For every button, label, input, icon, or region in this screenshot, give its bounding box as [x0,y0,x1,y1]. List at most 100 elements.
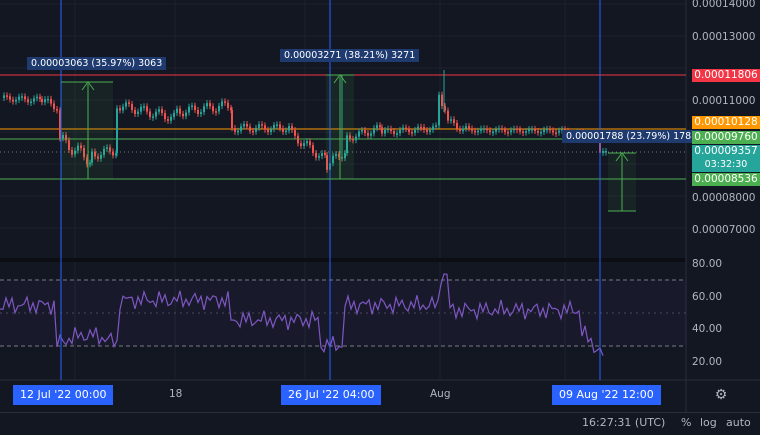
candle-body [495,129,497,132]
price-tick: 0.00008000 [692,192,756,204]
candle-body [396,133,398,135]
candle-body [318,156,320,158]
candle-body [558,130,560,133]
candle-body [179,108,181,114]
candle-body [273,124,275,130]
candle-body [477,130,479,133]
current-price-tag: 0.00009357 03:32:30 [692,145,760,172]
candle-body [324,153,326,156]
candle-body [140,106,142,112]
candle-body [44,99,46,103]
candle-body [9,96,11,100]
candle-body [24,96,26,100]
candle-body [483,128,485,130]
candle-body [426,129,428,132]
candle-body [246,124,248,127]
candle-body [264,125,266,130]
candle-body [546,128,548,131]
candle-body [173,112,175,117]
candle-body [516,128,518,131]
log-toggle[interactable]: log [700,416,717,429]
measure-tool-2[interactable] [326,74,354,180]
candle-body [399,129,401,134]
candle-body [459,128,461,131]
candle-body [605,150,607,153]
measure-tool-3[interactable] [608,152,636,212]
time-label-18: 18 [169,388,183,400]
candle-body [474,130,476,133]
candle-body [531,128,533,131]
rsi-tick: 20.00 [692,356,723,368]
candle-body [119,108,121,111]
candle-body [408,128,410,132]
support-price-tag: 0.00008536 [692,173,760,186]
candle-body [309,141,311,146]
pane-divider[interactable] [0,258,686,262]
measure-tool-1[interactable] [61,81,113,180]
candle-body [492,131,494,134]
candle-body [294,130,296,136]
candle-body [522,131,524,133]
candle-body [267,129,269,132]
candle-body [194,105,196,111]
orange-level-price-tag: 0.00010128 [692,116,760,129]
candle-body [27,99,29,103]
candle-body [528,129,530,132]
candle-body [161,109,163,114]
price-tick: 0.00011000 [692,95,756,107]
candle-body [486,128,488,131]
candle-body [519,129,521,132]
utc-clock[interactable]: 16:27:31 (UTC) [582,416,665,429]
candle-body [152,116,154,118]
candle-body [471,128,473,131]
candle-body [300,143,302,146]
measure-label-3: 0.00001788 (23.79%) 1788 [562,130,702,143]
candle-body [411,131,413,134]
measure-label-1: 0.00003063 (35.97%) 3063 [27,57,167,70]
candle-body [134,110,136,114]
candle-body [276,124,278,126]
candle-body [188,106,190,113]
candle-body [243,124,245,127]
candle-body [47,98,49,101]
time-tag-jul26: 26 Jul '22 04:00 [281,385,382,405]
candle-body [18,96,20,100]
candle-body [240,126,242,131]
candle-body [56,109,58,111]
candle-body [432,126,434,130]
candle-body [285,130,287,133]
time-tag-jul12: 12 Jul '22 00:00 [13,385,114,405]
candle-body [321,153,323,157]
candle-body [125,102,127,107]
candle-body [465,126,467,129]
candle-body [146,106,148,112]
candle-body [537,130,539,133]
candle-body [379,125,381,128]
resistance-price-tag: 0.00011806 [692,69,760,82]
candle-body [167,119,169,121]
candle-body [358,131,360,137]
candle-body [203,106,205,113]
bottom-toolbar: 16:27:31 (UTC) % log auto [0,412,760,435]
candle-body [6,95,8,97]
candle-body [312,145,314,153]
candle-body [504,129,506,132]
candle-body [405,127,407,130]
candle-body [315,152,317,158]
price-tick: 0.00007000 [692,224,756,236]
percent-toggle[interactable]: % [681,416,691,429]
candle-body [462,128,464,131]
candle-body [137,111,139,114]
candle-body [270,129,272,132]
candle-body [279,124,281,129]
candle-body [206,103,208,107]
candle-body [507,131,509,134]
candle-body [227,102,229,108]
gear-icon[interactable]: ⚙ [712,386,730,404]
candle-body [456,123,458,129]
current-price-value: 0.00009357 [694,145,758,157]
auto-toggle[interactable]: auto [726,416,751,429]
candle-body [423,126,425,130]
candle-body [164,113,166,120]
price-tick: 0.00014000 [692,0,756,10]
